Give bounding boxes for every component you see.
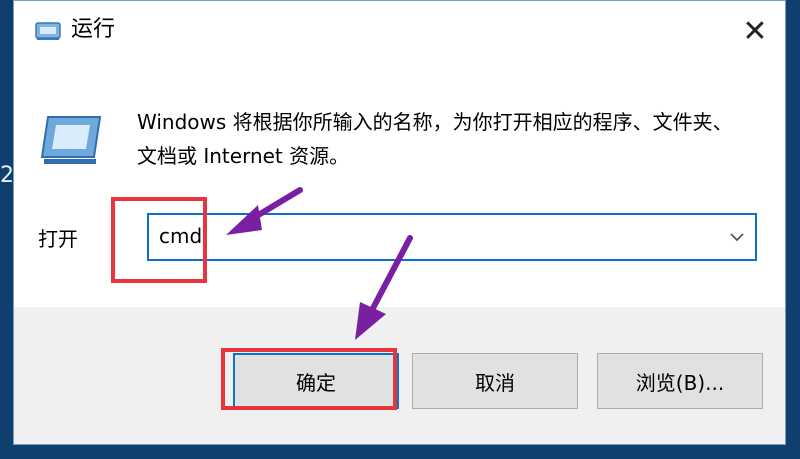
cancel-button[interactable]: 取消 (412, 353, 578, 409)
annotation-box-ok (221, 348, 397, 410)
close-button[interactable]: ✕ (725, 1, 785, 61)
open-combobox[interactable]: cmd (147, 213, 757, 261)
window-title: 运行 (71, 17, 116, 42)
button-bar: 确定 取消 浏览(B)... (14, 307, 785, 444)
description-text: Windows 将根据你所输入的名称，为你打开相应的程序、文件夹、文档或 Int… (137, 110, 733, 168)
open-label: 打开 (38, 227, 78, 251)
title-bar: 运行 ✕ (14, 1, 785, 61)
close-icon: ✕ (742, 13, 768, 49)
chevron-down-icon[interactable] (729, 231, 745, 243)
run-icon (40, 116, 102, 164)
run-icon (35, 22, 61, 40)
browse-button[interactable]: 浏览(B)... (597, 353, 763, 409)
annotation-box-input (111, 197, 207, 283)
